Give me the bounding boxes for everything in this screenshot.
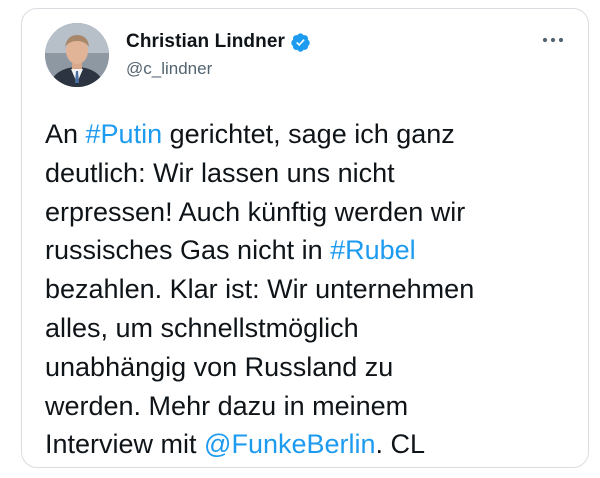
author-display-name[interactable]: Christian Lindner — [126, 31, 285, 53]
avatar-portrait-icon — [45, 23, 109, 87]
author-handle[interactable]: @c_lindner — [126, 59, 212, 79]
tweet-card: Christian Lindner @c_lindner An #Putin g… — [21, 8, 589, 468]
more-horizontal-icon — [542, 37, 564, 43]
hashtag-putin-link[interactable]: #Putin — [86, 119, 163, 149]
avatar[interactable] — [45, 23, 109, 87]
tweet-text-segment: An — [45, 119, 86, 149]
hashtag-rubel-link[interactable]: #Rubel — [330, 235, 416, 265]
mention-funkeberlin-link[interactable]: @FunkeBerlin — [204, 429, 375, 459]
tweet-text: An #Putin gerichtet, sage ich ganz deutl… — [45, 115, 575, 464]
screenshot-canvas: Christian Lindner @c_lindner An #Putin g… — [0, 0, 600, 478]
verified-badge-icon — [290, 32, 311, 53]
tweet-text-segment: . CL — [375, 429, 426, 460]
more-options-button[interactable] — [538, 29, 568, 51]
author-name-row: Christian Lindner — [126, 29, 311, 55]
